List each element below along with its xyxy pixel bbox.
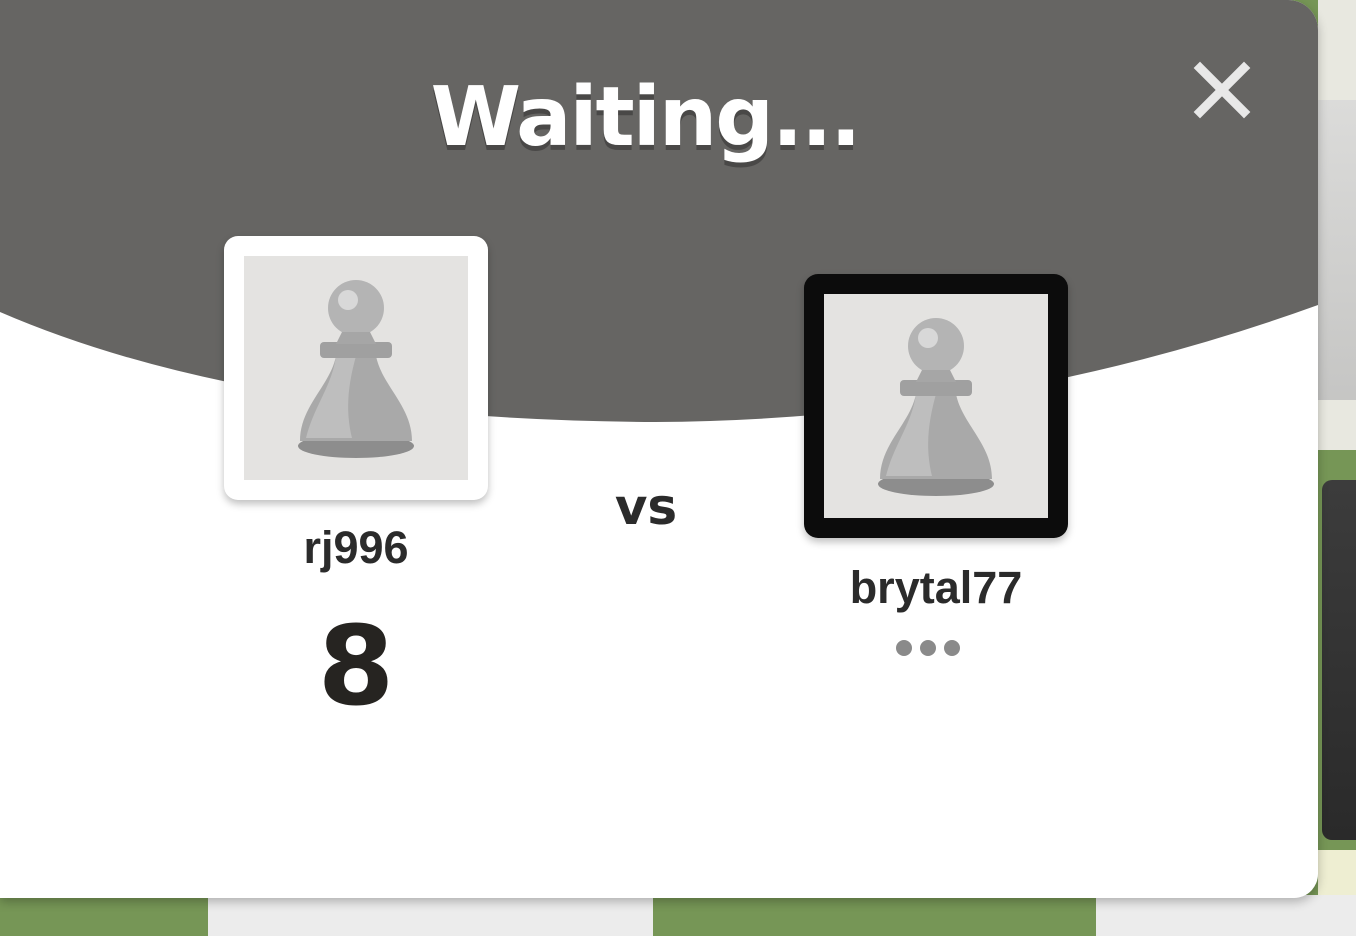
player-name: brytal77 [849, 562, 1023, 613]
player-avatar [804, 274, 1068, 538]
dialog-header-background [0, 0, 1318, 422]
game-screen: Waiting... rj996 8 vs brytal77 [0, 0, 1356, 936]
chess-piece-icon [1322, 480, 1356, 840]
pawn-icon [298, 280, 414, 458]
pawn-icon [878, 318, 994, 496]
player-score: 8 [317, 602, 395, 730]
waiting-dialog: Waiting... rj996 8 vs brytal77 [0, 0, 1318, 898]
versus-label: vs [614, 478, 678, 536]
board-square [1096, 895, 1356, 936]
player-name: rj996 [303, 522, 409, 573]
close-icon [1193, 61, 1251, 119]
chess-piece-icon [1318, 100, 1356, 400]
more-dots-icon [896, 640, 976, 668]
dialog-title: Waiting... [430, 70, 862, 165]
board-square [208, 895, 653, 936]
close-button[interactable] [1190, 58, 1254, 122]
player-avatar [224, 236, 488, 500]
